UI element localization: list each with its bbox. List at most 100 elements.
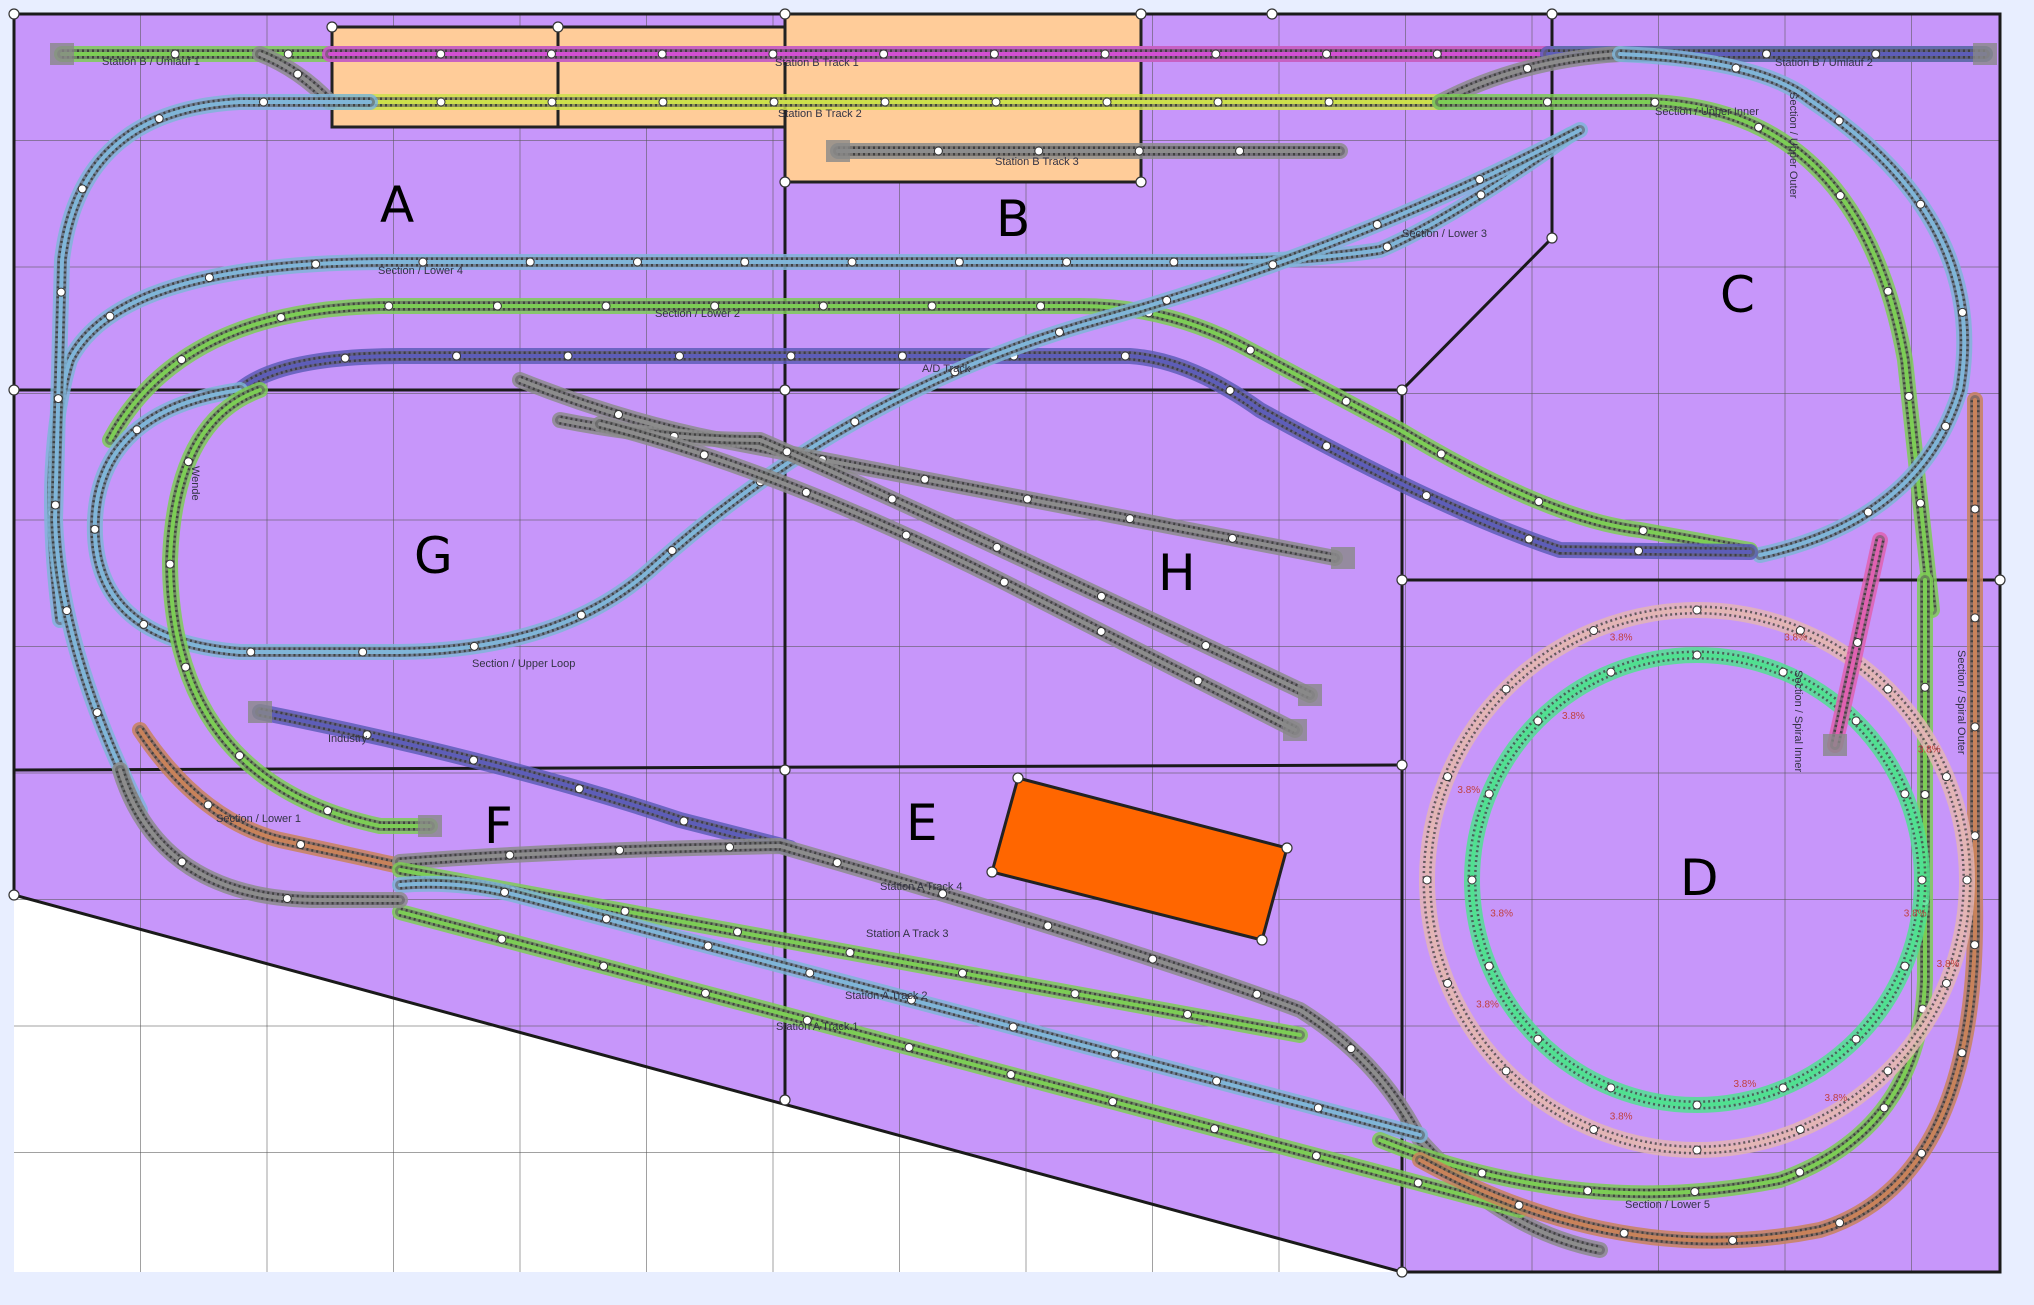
grid-marker xyxy=(1281,842,1293,854)
track-node xyxy=(733,927,742,937)
track-node xyxy=(296,839,306,849)
track-node xyxy=(469,641,479,651)
label-station-b-track-1: Station B Track 1 xyxy=(775,57,859,69)
track-node xyxy=(177,355,187,365)
spiral-node xyxy=(1778,667,1788,677)
track-node xyxy=(1436,449,1446,459)
track-node xyxy=(282,894,292,904)
track-node xyxy=(1210,1124,1220,1134)
grid-marker xyxy=(1135,176,1147,188)
grade-label: 3.8% xyxy=(1490,908,1513,919)
track-node xyxy=(1134,146,1144,156)
label-station-a-track-1: Station A Track 1 xyxy=(776,1021,859,1033)
track-node xyxy=(1311,1151,1321,1161)
track-node xyxy=(1957,307,1967,317)
label-station-b-track-2: Station B Track 2 xyxy=(778,108,862,120)
track-node xyxy=(1690,1187,1700,1197)
track-node xyxy=(901,530,911,540)
track-node xyxy=(574,784,584,794)
spiral-node xyxy=(1467,875,1477,885)
label-lower-1: Section / Lower 1 xyxy=(216,813,301,825)
track-node xyxy=(1036,301,1046,311)
track-node xyxy=(832,858,842,868)
grade-label: 3.8% xyxy=(1904,908,1927,919)
track-node xyxy=(323,806,333,816)
track-node xyxy=(769,97,779,107)
spiral-node xyxy=(1778,1083,1788,1093)
track-node xyxy=(1970,940,1980,950)
buffer-stop xyxy=(1823,734,1847,756)
grade-label: 3.8% xyxy=(1562,711,1585,722)
track-node xyxy=(599,961,609,971)
track-node xyxy=(1043,921,1053,931)
buffer-stop xyxy=(826,140,850,162)
track-node xyxy=(954,257,964,267)
track-node xyxy=(77,184,87,194)
spiral-node xyxy=(1795,1124,1805,1134)
spiral-node xyxy=(1692,650,1702,660)
track-node xyxy=(276,312,286,322)
grid-marker xyxy=(8,889,20,901)
section-letter-h: H xyxy=(1158,544,1196,602)
label-lower-3: Section / Lower 3 xyxy=(1402,228,1487,240)
grid-marker xyxy=(779,8,791,20)
track-node xyxy=(1382,242,1392,252)
track-node xyxy=(958,968,967,978)
label-upper-outer: Section / Upper Outer xyxy=(1787,92,1799,199)
track-node xyxy=(492,301,502,311)
track-node xyxy=(283,49,293,59)
track-node xyxy=(920,474,930,484)
track-node xyxy=(1477,1168,1487,1178)
label-station-b-umlauf-1: Station B / Umlauf 1 xyxy=(102,56,200,68)
track-node xyxy=(1213,97,1223,107)
track-node xyxy=(1916,199,1926,209)
track-node xyxy=(1125,514,1135,524)
track-node xyxy=(1070,989,1080,999)
track-node xyxy=(1432,49,1442,59)
grid-marker xyxy=(1135,8,1147,20)
track-node xyxy=(497,934,507,944)
track-node xyxy=(259,97,269,107)
label-industry: Industry xyxy=(328,733,368,745)
track-node xyxy=(1313,1103,1323,1113)
grid-marker xyxy=(1396,759,1408,771)
track-node xyxy=(183,457,193,467)
spiral-node xyxy=(1606,667,1616,677)
track-node xyxy=(1970,831,1980,841)
track-node xyxy=(62,606,72,616)
track-node xyxy=(1920,790,1930,800)
spiral-node xyxy=(1941,978,1951,988)
track-node xyxy=(897,351,907,361)
track-node xyxy=(384,301,394,311)
spiral-node xyxy=(1900,961,1910,971)
track-node xyxy=(1619,1228,1629,1238)
section-letter-c: C xyxy=(1720,266,1755,324)
track-node xyxy=(725,842,735,852)
track-node xyxy=(1522,63,1532,73)
track-node xyxy=(1034,146,1044,156)
track-node xyxy=(1970,504,1980,514)
track-station-b-track-3 xyxy=(830,143,1348,159)
grid-marker xyxy=(1266,8,1278,20)
track-node xyxy=(1421,491,1431,501)
track-node xyxy=(1731,63,1741,73)
track-node xyxy=(992,542,1002,552)
track-node xyxy=(1915,498,1925,508)
track-node xyxy=(92,708,102,718)
track-node xyxy=(1728,1235,1738,1245)
track-node xyxy=(1904,391,1914,401)
grid-marker xyxy=(8,8,20,20)
section-letter-f: F xyxy=(484,797,513,855)
track-node xyxy=(139,619,149,629)
spiral-node xyxy=(1851,716,1861,726)
track-node xyxy=(1542,97,1552,107)
track-node xyxy=(1268,260,1278,270)
track-node xyxy=(177,857,187,867)
grid-marker xyxy=(986,866,998,878)
track-node xyxy=(500,887,510,897)
track-node xyxy=(1957,1048,1967,1058)
track-node xyxy=(1183,1009,1192,1019)
grid-marker xyxy=(779,384,791,396)
grid-marker xyxy=(1396,574,1408,586)
spiral-node xyxy=(1501,684,1511,694)
